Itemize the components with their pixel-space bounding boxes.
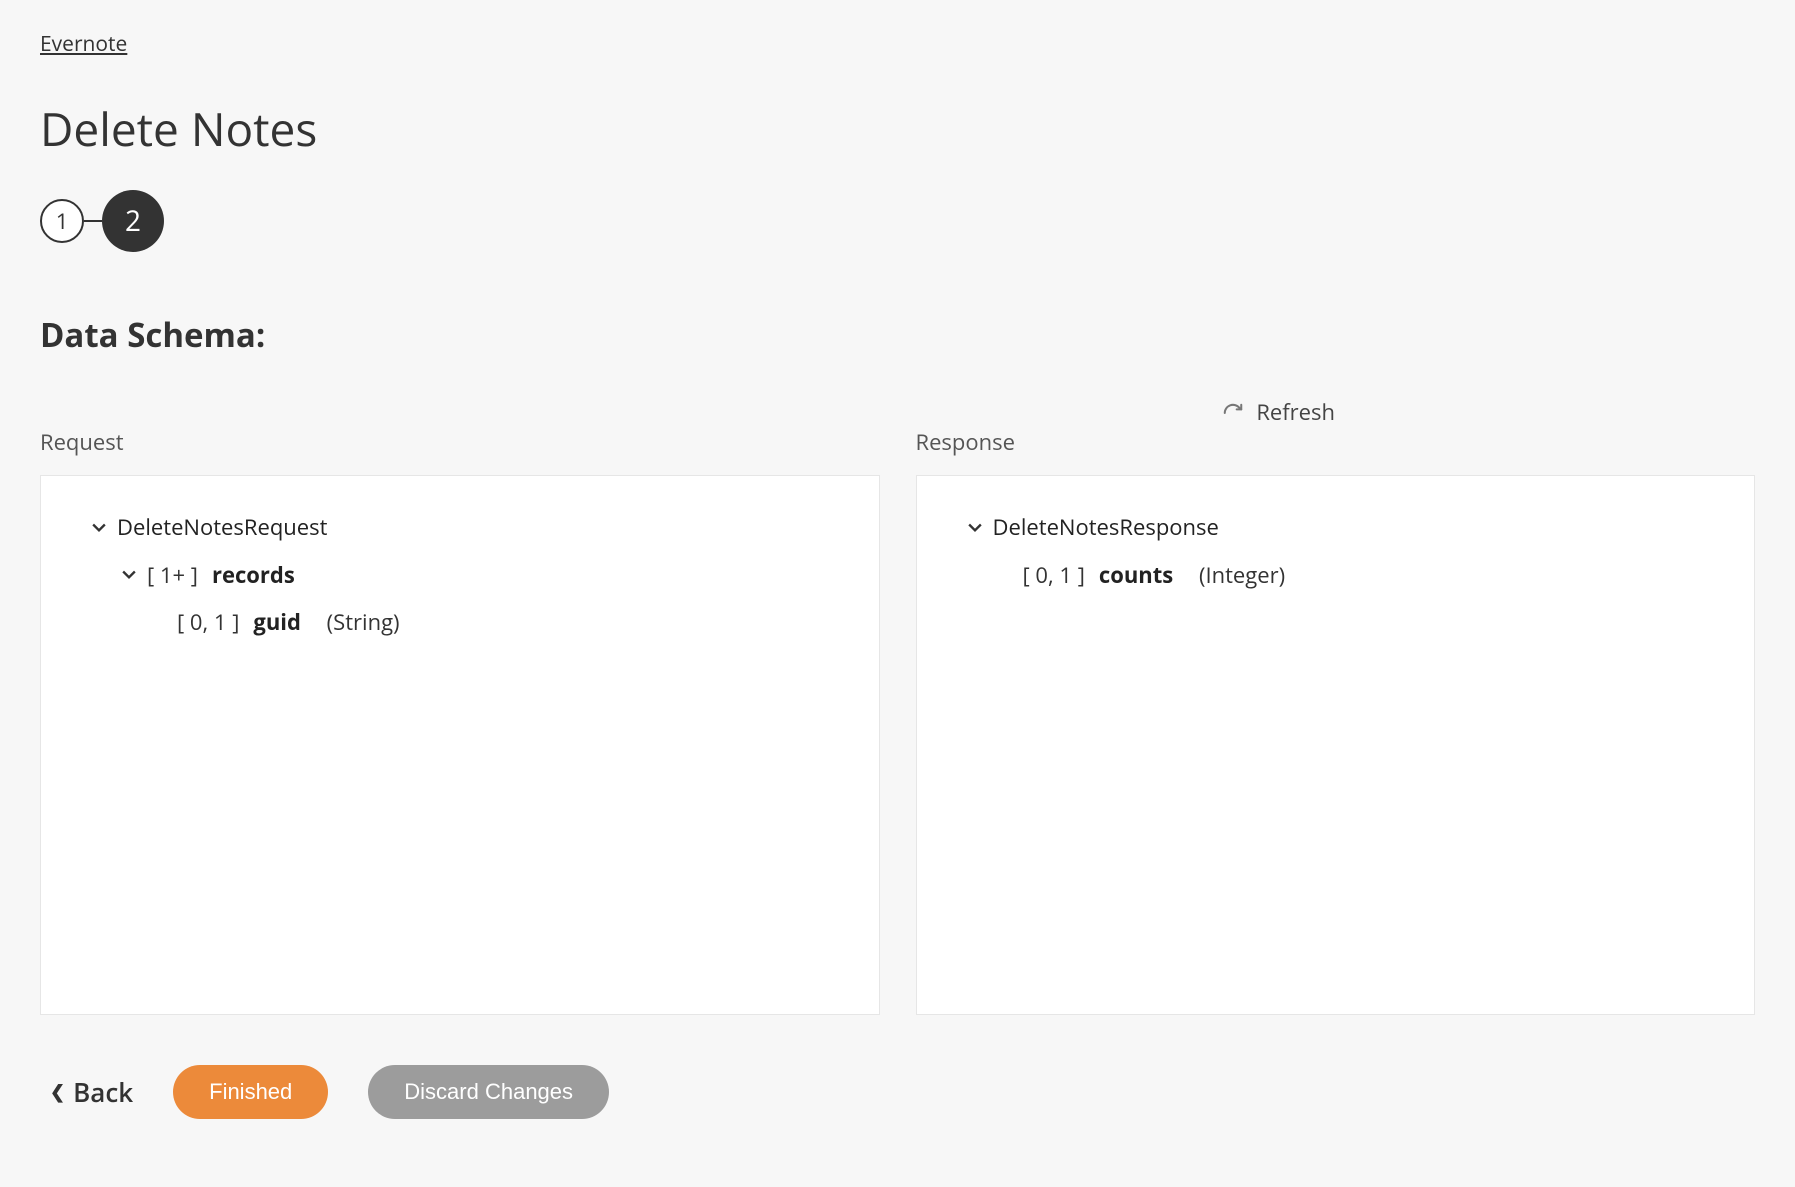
tree-node-records[interactable]: [ 1+ ] records [71,552,849,600]
field-name-records: records [212,556,295,596]
field-name-guid: guid [253,603,301,643]
field-type-guid: (String) [327,603,400,643]
refresh-icon [1222,401,1244,423]
cardinality-label: [ 0, 1 ] [177,603,239,643]
refresh-button[interactable]: Refresh [1222,397,1335,427]
back-button[interactable]: ❮ Back [50,1074,133,1110]
back-label: Back [73,1074,133,1110]
finished-button[interactable]: Finished [173,1065,328,1119]
discard-changes-button[interactable]: Discard Changes [368,1065,609,1119]
field-type-counts: (Integer) [1199,556,1285,596]
request-panel-label: Request [40,427,880,457]
chevron-left-icon: ❮ [50,1080,65,1104]
chevron-down-icon[interactable] [121,568,137,582]
schema-root-name: DeleteNotesResponse [993,508,1219,548]
tree-node-counts[interactable]: [ 0, 1 ] counts (Integer) [947,552,1725,600]
footer-actions: ❮ Back Finished Discard Changes [40,1065,1755,1119]
field-name-counts: counts [1099,556,1173,596]
request-panel-box: DeleteNotesRequest [ 1+ ] records [ 0, 1… [40,475,880,1015]
step-connector [84,220,102,222]
chevron-down-icon[interactable] [967,521,983,535]
chevron-down-icon[interactable] [91,521,107,535]
step-2[interactable]: 2 [102,190,164,252]
request-panel: Request DeleteNotesRequest [ 1+ ] record… [40,427,880,1015]
cardinality-label: [ 0, 1 ] [1023,556,1085,596]
tree-node-root-request[interactable]: DeleteNotesRequest [71,504,849,552]
tree-node-guid[interactable]: [ 0, 1 ] guid (String) [71,599,849,647]
response-panel-label: Response [916,427,1756,457]
breadcrumb-evernote[interactable]: Evernote [40,30,127,58]
response-panel-box: DeleteNotesResponse [ 0, 1 ] counts (Int… [916,475,1756,1015]
section-heading-data-schema: Data Schema: [40,312,1755,357]
stepper: 1 2 [40,190,1755,252]
step-1[interactable]: 1 [40,199,84,243]
response-panel: Response DeleteNotesResponse [ 0, 1 ] co… [916,427,1756,1015]
schema-root-name: DeleteNotesRequest [117,508,327,548]
refresh-label: Refresh [1256,397,1335,427]
page-title: Delete Notes [40,98,1755,160]
tree-node-root-response[interactable]: DeleteNotesResponse [947,504,1725,552]
cardinality-label: [ 1+ ] [147,556,198,596]
